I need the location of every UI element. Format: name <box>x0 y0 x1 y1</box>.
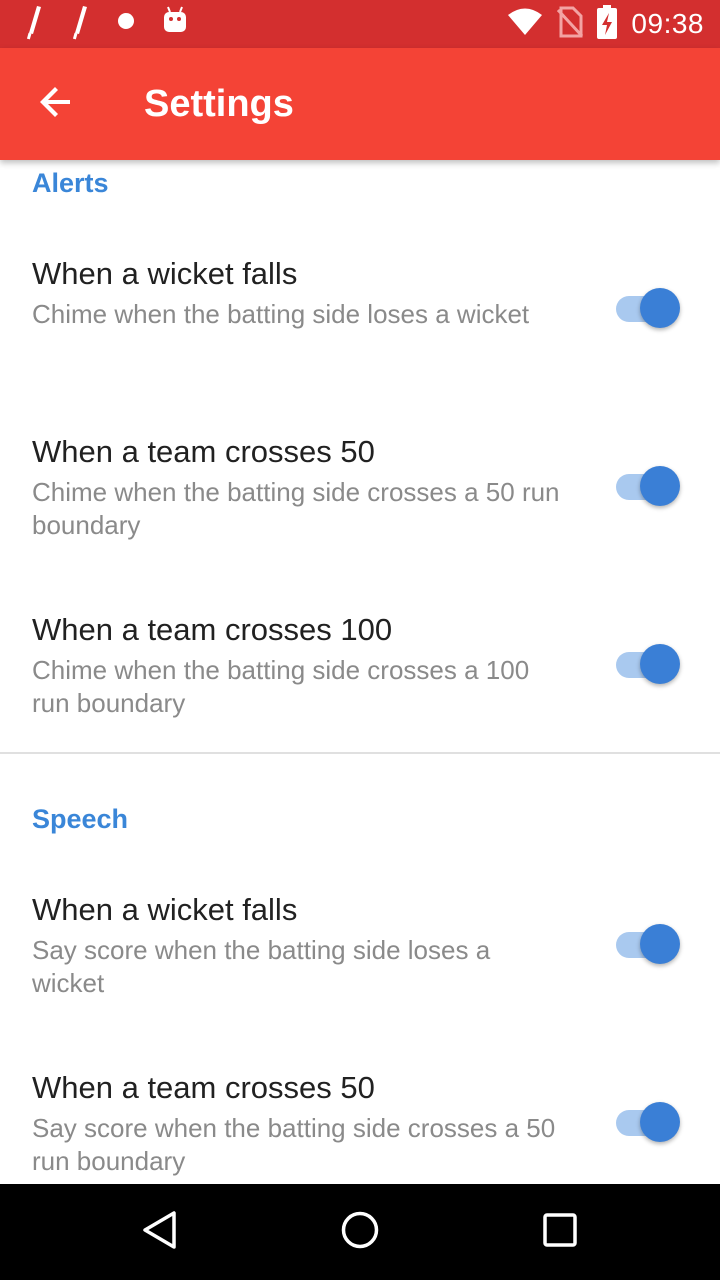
back-button[interactable] <box>24 72 88 136</box>
nav-back-icon <box>140 1210 180 1255</box>
android-icon <box>162 4 188 45</box>
pref-speech-50[interactable]: When a team crosses 50 Say score when th… <box>0 1068 720 1184</box>
pref-alert-wicket[interactable]: When a wicket falls Chime when the batti… <box>0 254 720 414</box>
section-divider <box>0 752 720 754</box>
nav-home-button[interactable] <box>336 1208 384 1256</box>
settings-list[interactable]: Alerts When a wicket falls Chime when th… <box>0 160 720 1184</box>
nav-home-icon <box>340 1210 380 1255</box>
switch-thumb <box>640 466 680 506</box>
dot-icon <box>116 4 136 45</box>
pref-title: When a wicket falls <box>32 256 298 291</box>
pref-alert-50[interactable]: When a team crosses 50 Chime when the ba… <box>0 432 720 592</box>
pref-speech-wicket[interactable]: When a wicket falls Say score when the b… <box>0 890 720 1050</box>
switch-thumb <box>640 288 680 328</box>
category-speech: Speech <box>32 804 129 834</box>
nav-recents-button[interactable] <box>536 1208 584 1256</box>
system-icons: 09:38 <box>507 0 704 48</box>
toggle-alert-100[interactable] <box>614 640 682 688</box>
battery-charging-icon <box>597 4 618 44</box>
pref-alert-100[interactable]: When a team crosses 100 Chime when the b… <box>0 610 720 770</box>
pref-summary: Chime when the batting side loses a wick… <box>32 299 530 329</box>
switch-thumb <box>640 924 680 964</box>
pref-title: When a team crosses 100 <box>32 612 393 647</box>
switch-thumb <box>640 644 680 684</box>
notification-icons <box>24 4 188 45</box>
pref-summary: Chime when the batting side crosses a 10… <box>32 655 530 718</box>
pref-summary: Chime when the batting side crosses a 50… <box>32 477 560 540</box>
wifi-icon <box>507 8 543 41</box>
toggle-alert-50[interactable] <box>614 462 682 510</box>
category-alerts: Alerts <box>32 168 109 198</box>
cricket-bat-icon <box>24 4 44 45</box>
pref-title: When a wicket falls <box>32 892 298 927</box>
cricket-bat-icon <box>70 4 90 45</box>
pref-summary: Say score when the batting side crosses … <box>32 1113 556 1176</box>
toggle-speech-wicket[interactable] <box>614 920 682 968</box>
no-sim-icon <box>557 6 584 43</box>
toggle-speech-50[interactable] <box>614 1098 682 1146</box>
navigation-bar <box>0 1184 720 1280</box>
status-time: 09:38 <box>631 8 704 39</box>
arrow-back-icon <box>38 84 74 125</box>
status-bar: 09:38 <box>0 0 720 48</box>
pref-summary: Say score when the batting side loses a … <box>32 935 491 998</box>
pref-title: When a team crosses 50 <box>32 1070 375 1105</box>
nav-recents-icon <box>540 1210 580 1255</box>
page-title: Settings <box>144 83 294 125</box>
pref-title: When a team crosses 50 <box>32 434 375 469</box>
nav-back-button[interactable] <box>136 1208 184 1256</box>
app-bar: Settings <box>0 48 720 160</box>
toggle-alert-wicket-switch[interactable] <box>614 284 682 332</box>
switch-thumb <box>640 1102 680 1142</box>
